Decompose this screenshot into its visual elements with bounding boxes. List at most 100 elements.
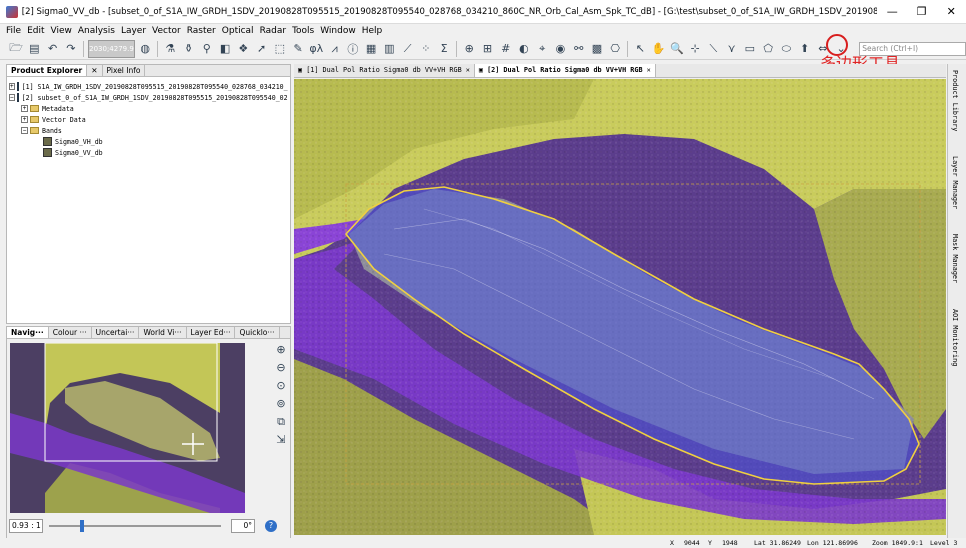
menu-help[interactable]: Help	[362, 26, 383, 36]
tab-image-view-2[interactable]: ▣ [2] Dual Pol Ratio Sigma0 db VV+VH RGB…	[474, 64, 656, 77]
tree-item-vector-data[interactable]: + Vector Data	[9, 114, 288, 125]
menu-raster[interactable]: Raster	[187, 26, 216, 36]
histogram-icon[interactable]: ▥	[381, 40, 397, 58]
spectrum-icon[interactable]: ⩘	[326, 40, 342, 58]
menu-edit[interactable]: Edit	[27, 26, 44, 36]
expand-icon[interactable]: +	[21, 105, 28, 112]
shape-import-icon[interactable]: ⬆	[797, 40, 813, 58]
line-tool-icon[interactable]: ⟍	[705, 40, 721, 58]
polygon-tool-icon[interactable]: ⬠	[760, 40, 776, 58]
rail-aoi-monitoring[interactable]: AOI Monitoring	[951, 309, 959, 366]
menu-optical[interactable]: Optical	[222, 26, 254, 36]
overlay-icon[interactable]: ◐	[516, 40, 532, 58]
image-view-canvas[interactable]	[294, 79, 946, 535]
menu-layer[interactable]: Layer	[121, 26, 146, 36]
coordinate-field[interactable]: 2030;4279.9	[87, 39, 136, 58]
ellipse-tool-icon[interactable]: ⬭	[778, 40, 794, 58]
close-button[interactable]: ✕	[936, 5, 966, 18]
graph-builder-icon[interactable]: ⬚	[272, 40, 288, 58]
statistics-icon[interactable]: ▦	[363, 40, 379, 58]
tree-item-metadata[interactable]: + Metadata	[9, 103, 288, 114]
rail-layer-manager[interactable]: Layer Manager	[951, 156, 959, 209]
lambda-icon[interactable]: φλ	[308, 40, 324, 58]
zoom-factor-field[interactable]: 0.93 : 1	[9, 519, 43, 533]
tab-image-view-1[interactable]: ▣ [1] Dual Pol Ratio Sigma0 db VV+VH RGB…	[294, 64, 475, 77]
rail-product-library[interactable]: Product Library	[951, 70, 959, 131]
tree-item-product-2[interactable]: − [2] subset_0_of_S1A_IW_GRDH_1SDV_20190…	[9, 92, 288, 103]
tab-layer-editor[interactable]: Layer Ed···	[187, 327, 236, 338]
collapse-icon[interactable]: −	[9, 94, 15, 101]
sync-views-icon[interactable]: ⧉	[273, 415, 289, 431]
sync-views-icon[interactable]: ⊕	[461, 40, 477, 58]
world-icon[interactable]: ◍	[137, 40, 153, 58]
save-icon[interactable]: ▤	[26, 40, 42, 58]
info-icon[interactable]: ⓘ	[345, 40, 361, 58]
minimize-button[interactable]: —	[877, 5, 907, 18]
sigma-icon[interactable]: Σ	[436, 40, 452, 58]
tree-item-band-vh[interactable]: Sigma0_VH_db	[9, 136, 288, 147]
menu-tools[interactable]: Tools	[292, 26, 314, 36]
gcp-icon[interactable]: ⌖	[534, 40, 550, 58]
zoom-out-icon[interactable]: ⊖	[273, 361, 289, 377]
close-tab-icon[interactable]: ✕	[466, 66, 470, 74]
tab-quicklook[interactable]: Quicklo···	[235, 327, 280, 338]
polyline-tool-icon[interactable]: ⋎	[724, 40, 740, 58]
scatter-plot-icon[interactable]: ⁘	[418, 40, 434, 58]
filter-icon[interactable]: ⚲	[199, 40, 215, 58]
tab-product-explorer-close[interactable]: ✕	[87, 65, 103, 76]
tab-uncertainty[interactable]: Uncertai···	[92, 327, 140, 338]
grid-icon[interactable]: #	[498, 40, 514, 58]
open-product-icon[interactable]: 🗁	[8, 40, 24, 58]
image-view-tabs: ▣ [1] Dual Pol Ratio Sigma0 db VV+VH RGB…	[294, 64, 946, 78]
zoom-all-icon[interactable]: ⊚	[273, 397, 289, 413]
zoom-slider[interactable]	[49, 520, 221, 532]
pin-icon[interactable]: ➚	[253, 40, 269, 58]
pin-placing-tool-icon[interactable]: ⊹	[687, 40, 703, 58]
rgb-image-icon[interactable]: ◧	[217, 40, 233, 58]
close-tab-icon[interactable]: ✕	[647, 66, 651, 74]
tab-world-view[interactable]: World Vi···	[139, 327, 187, 338]
redo-icon[interactable]: ↷	[63, 40, 79, 58]
expand-icon[interactable]: +	[9, 83, 15, 90]
select-tool-icon[interactable]: ↖	[632, 40, 648, 58]
rectangle-tool-icon[interactable]: ▭	[742, 40, 758, 58]
profile-plot-icon[interactable]: ⟋	[399, 40, 415, 58]
menu-view[interactable]: View	[51, 26, 72, 36]
rail-mask-manager[interactable]: Mask Manager	[951, 234, 959, 283]
sync-cursor-icon[interactable]: ⊞	[479, 40, 495, 58]
sync-cursor-icon[interactable]: ⇲	[273, 433, 289, 449]
maximize-button[interactable]: ❐	[907, 5, 937, 18]
rotation-angle-field[interactable]: 0°	[231, 519, 255, 533]
table-icon[interactable]: ▩	[589, 40, 605, 58]
undo-icon[interactable]: ↶	[45, 40, 61, 58]
camera-icon[interactable]: ⎔	[607, 40, 623, 58]
menu-file[interactable]: File	[6, 26, 21, 36]
flask-icon[interactable]: ⚱	[180, 40, 196, 58]
menu-window[interactable]: Window	[320, 26, 356, 36]
menu-analysis[interactable]: Analysis	[78, 26, 115, 36]
pan-tool-icon[interactable]: ✋	[651, 40, 667, 58]
band-maths-icon[interactable]: ⚗	[162, 40, 178, 58]
tab-colour-manipulation[interactable]: Colour ···	[49, 327, 92, 338]
sar-image	[294, 79, 946, 535]
menu-radar[interactable]: Radar	[260, 26, 287, 36]
expand-icon[interactable]: +	[21, 116, 28, 123]
help-icon[interactable]: ?	[265, 520, 277, 532]
tree-item-bands[interactable]: − Bands	[9, 125, 288, 136]
edit-icon[interactable]: ✎	[290, 40, 306, 58]
zoom-pixel-icon[interactable]: ⊙	[273, 379, 289, 395]
zoom-slider-thumb[interactable]	[79, 520, 84, 532]
collapse-icon[interactable]: −	[21, 127, 28, 134]
menu-vector[interactable]: Vector	[152, 26, 181, 36]
globe-icon[interactable]: ◉	[552, 40, 568, 58]
tab-product-explorer[interactable]: Product Explorer	[7, 65, 88, 76]
zoom-in-icon[interactable]: ⊕	[273, 343, 289, 359]
tree-item-band-vv[interactable]: Sigma0_VV_db	[9, 147, 288, 158]
navigation-overview-image[interactable]	[10, 343, 245, 513]
layers-icon[interactable]: ❖	[235, 40, 251, 58]
tab-pixel-info[interactable]: Pixel Info	[103, 65, 146, 76]
zoom-tool-icon[interactable]: 🔍	[669, 40, 685, 58]
tab-navigation[interactable]: Navig···	[7, 327, 49, 338]
graph-icon[interactable]: ⚯	[571, 40, 587, 58]
tree-item-product-1[interactable]: + [1] S1A_IW_GRDH_1SDV_20190828T095515_2…	[9, 81, 288, 92]
